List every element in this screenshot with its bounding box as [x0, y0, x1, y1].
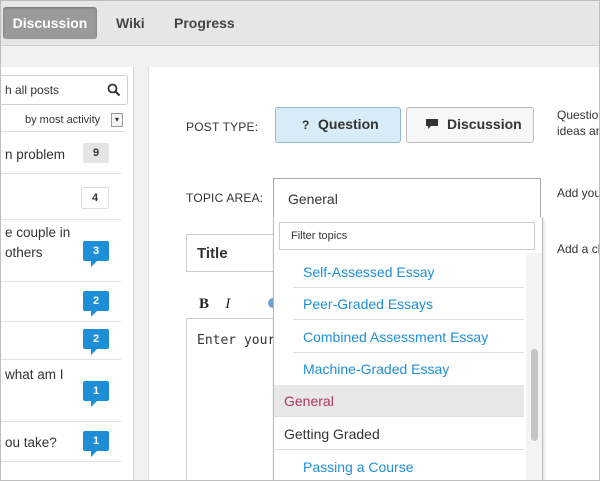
- search-icon[interactable]: [107, 83, 121, 97]
- comment-count-badge: 2: [83, 291, 109, 317]
- topic-option-label: Peer-Graded Essays: [303, 296, 433, 312]
- comment-count-badge: 4: [81, 187, 109, 209]
- posts-sidebar: h all posts by most activity ▾ n problem…: [1, 67, 134, 480]
- badge-tail: [91, 349, 97, 355]
- badge-tail: [91, 261, 97, 267]
- post-list-item[interactable]: e couple in others 3: [1, 219, 121, 282]
- dropdown-scroll-thumb[interactable]: [531, 349, 538, 441]
- post-type-label: POST TYPE:: [186, 120, 259, 134]
- filter-placeholder: Filter topics: [291, 230, 348, 242]
- topic-selected-value: General: [288, 191, 338, 207]
- post-list-item[interactable]: n problem 9: [1, 137, 121, 174]
- editor-toolbar: B I: [199, 295, 230, 313]
- title-placeholder: Title: [197, 245, 228, 262]
- comment-count-badge: 2: [83, 329, 109, 355]
- post-list-item[interactable]: 2: [1, 321, 121, 360]
- chat-bubble-icon: [425, 118, 439, 133]
- italic-button[interactable]: I: [225, 296, 230, 312]
- sort-select[interactable]: by most activity ▾: [1, 109, 125, 132]
- topic-option-combined-assessment-essay[interactable]: Combined Assessment Essay: [274, 321, 524, 353]
- question-type-button[interactable]: ? Question: [275, 107, 401, 143]
- post-body-editor[interactable]: Enter your: [186, 318, 276, 480]
- sort-label: by most activity: [25, 114, 101, 126]
- tab-discussion[interactable]: Discussion: [3, 7, 97, 39]
- badge-tail: [91, 451, 97, 457]
- bold-button[interactable]: B: [199, 296, 209, 312]
- topic-option-peer-graded-essays[interactable]: Peer-Graded Essays: [274, 288, 524, 320]
- course-nav: Discussion Wiki Progress: [1, 1, 599, 46]
- post-title-input[interactable]: Title: [186, 234, 273, 272]
- topic-option-getting-graded[interactable]: Getting Graded: [274, 418, 524, 450]
- post-list-item[interactable]: 4: [1, 173, 121, 220]
- topic-help-text: Add you: [557, 186, 600, 200]
- topic-option-label: Self-Assessed Essay: [303, 264, 435, 280]
- question-icon: ?: [302, 118, 310, 132]
- topic-option-label: Passing a Course: [303, 459, 414, 475]
- topic-option-passing-a-course[interactable]: Passing a Course: [274, 451, 524, 480]
- topic-area-select[interactable]: General: [273, 178, 541, 220]
- filter-topics-input[interactable]: Filter topics: [279, 222, 535, 250]
- search-posts-input[interactable]: h all posts: [1, 75, 128, 105]
- editor-placeholder: Enter your: [197, 333, 276, 348]
- comment-count-badge: 9: [83, 143, 109, 163]
- topic-option-self-assessed-essay[interactable]: Self-Assessed Essay: [274, 256, 524, 288]
- badge-tail: [91, 401, 97, 407]
- post-title: n problem: [5, 147, 66, 162]
- topic-area-label: TOPIC AREA:: [186, 191, 264, 205]
- post-type-help-line-2: ideas an: [557, 124, 600, 138]
- topic-option-machine-graded-essay[interactable]: Machine-Graded Essay: [274, 353, 524, 385]
- discussion-type-button[interactable]: Discussion: [406, 107, 534, 143]
- search-text: h all posts: [5, 83, 60, 97]
- topic-option-label: General: [284, 393, 334, 409]
- topic-dropdown: Filter topics Self-Assessed Essay Peer-G…: [273, 217, 543, 480]
- topic-option-label: Machine-Graded Essay: [303, 361, 450, 377]
- topic-option-label: Combined Assessment Essay: [303, 329, 489, 345]
- post-title-line-1: e couple in: [5, 225, 71, 240]
- discussion-label: Discussion: [447, 116, 522, 132]
- title-help-text: Add a cl: [557, 242, 600, 256]
- post-list-item[interactable]: what am I 1: [1, 359, 121, 422]
- question-label: Question: [318, 116, 379, 132]
- topic-option-general[interactable]: General: [274, 385, 524, 417]
- post-title: what am I: [5, 367, 64, 382]
- tab-wiki[interactable]: Wiki: [116, 7, 145, 39]
- comment-count-badge: 3: [83, 241, 109, 267]
- badge-tail: [91, 311, 97, 317]
- post-list-item[interactable]: 2: [1, 281, 121, 322]
- topic-option-label: Getting Graded: [284, 426, 380, 442]
- post-title: ou take?: [5, 435, 57, 450]
- comment-count-badge: 1: [83, 381, 109, 407]
- app-frame: Discussion Wiki Progress h all posts by …: [0, 0, 600, 481]
- post-title-line-2: others: [5, 245, 43, 260]
- comment-count-badge: 1: [83, 431, 109, 457]
- chevron-down-icon[interactable]: ▾: [111, 113, 123, 127]
- post-type-help-line-1: Question: [557, 108, 599, 122]
- tab-progress[interactable]: Progress: [174, 7, 235, 39]
- post-list-item[interactable]: ou take? 1: [1, 421, 121, 462]
